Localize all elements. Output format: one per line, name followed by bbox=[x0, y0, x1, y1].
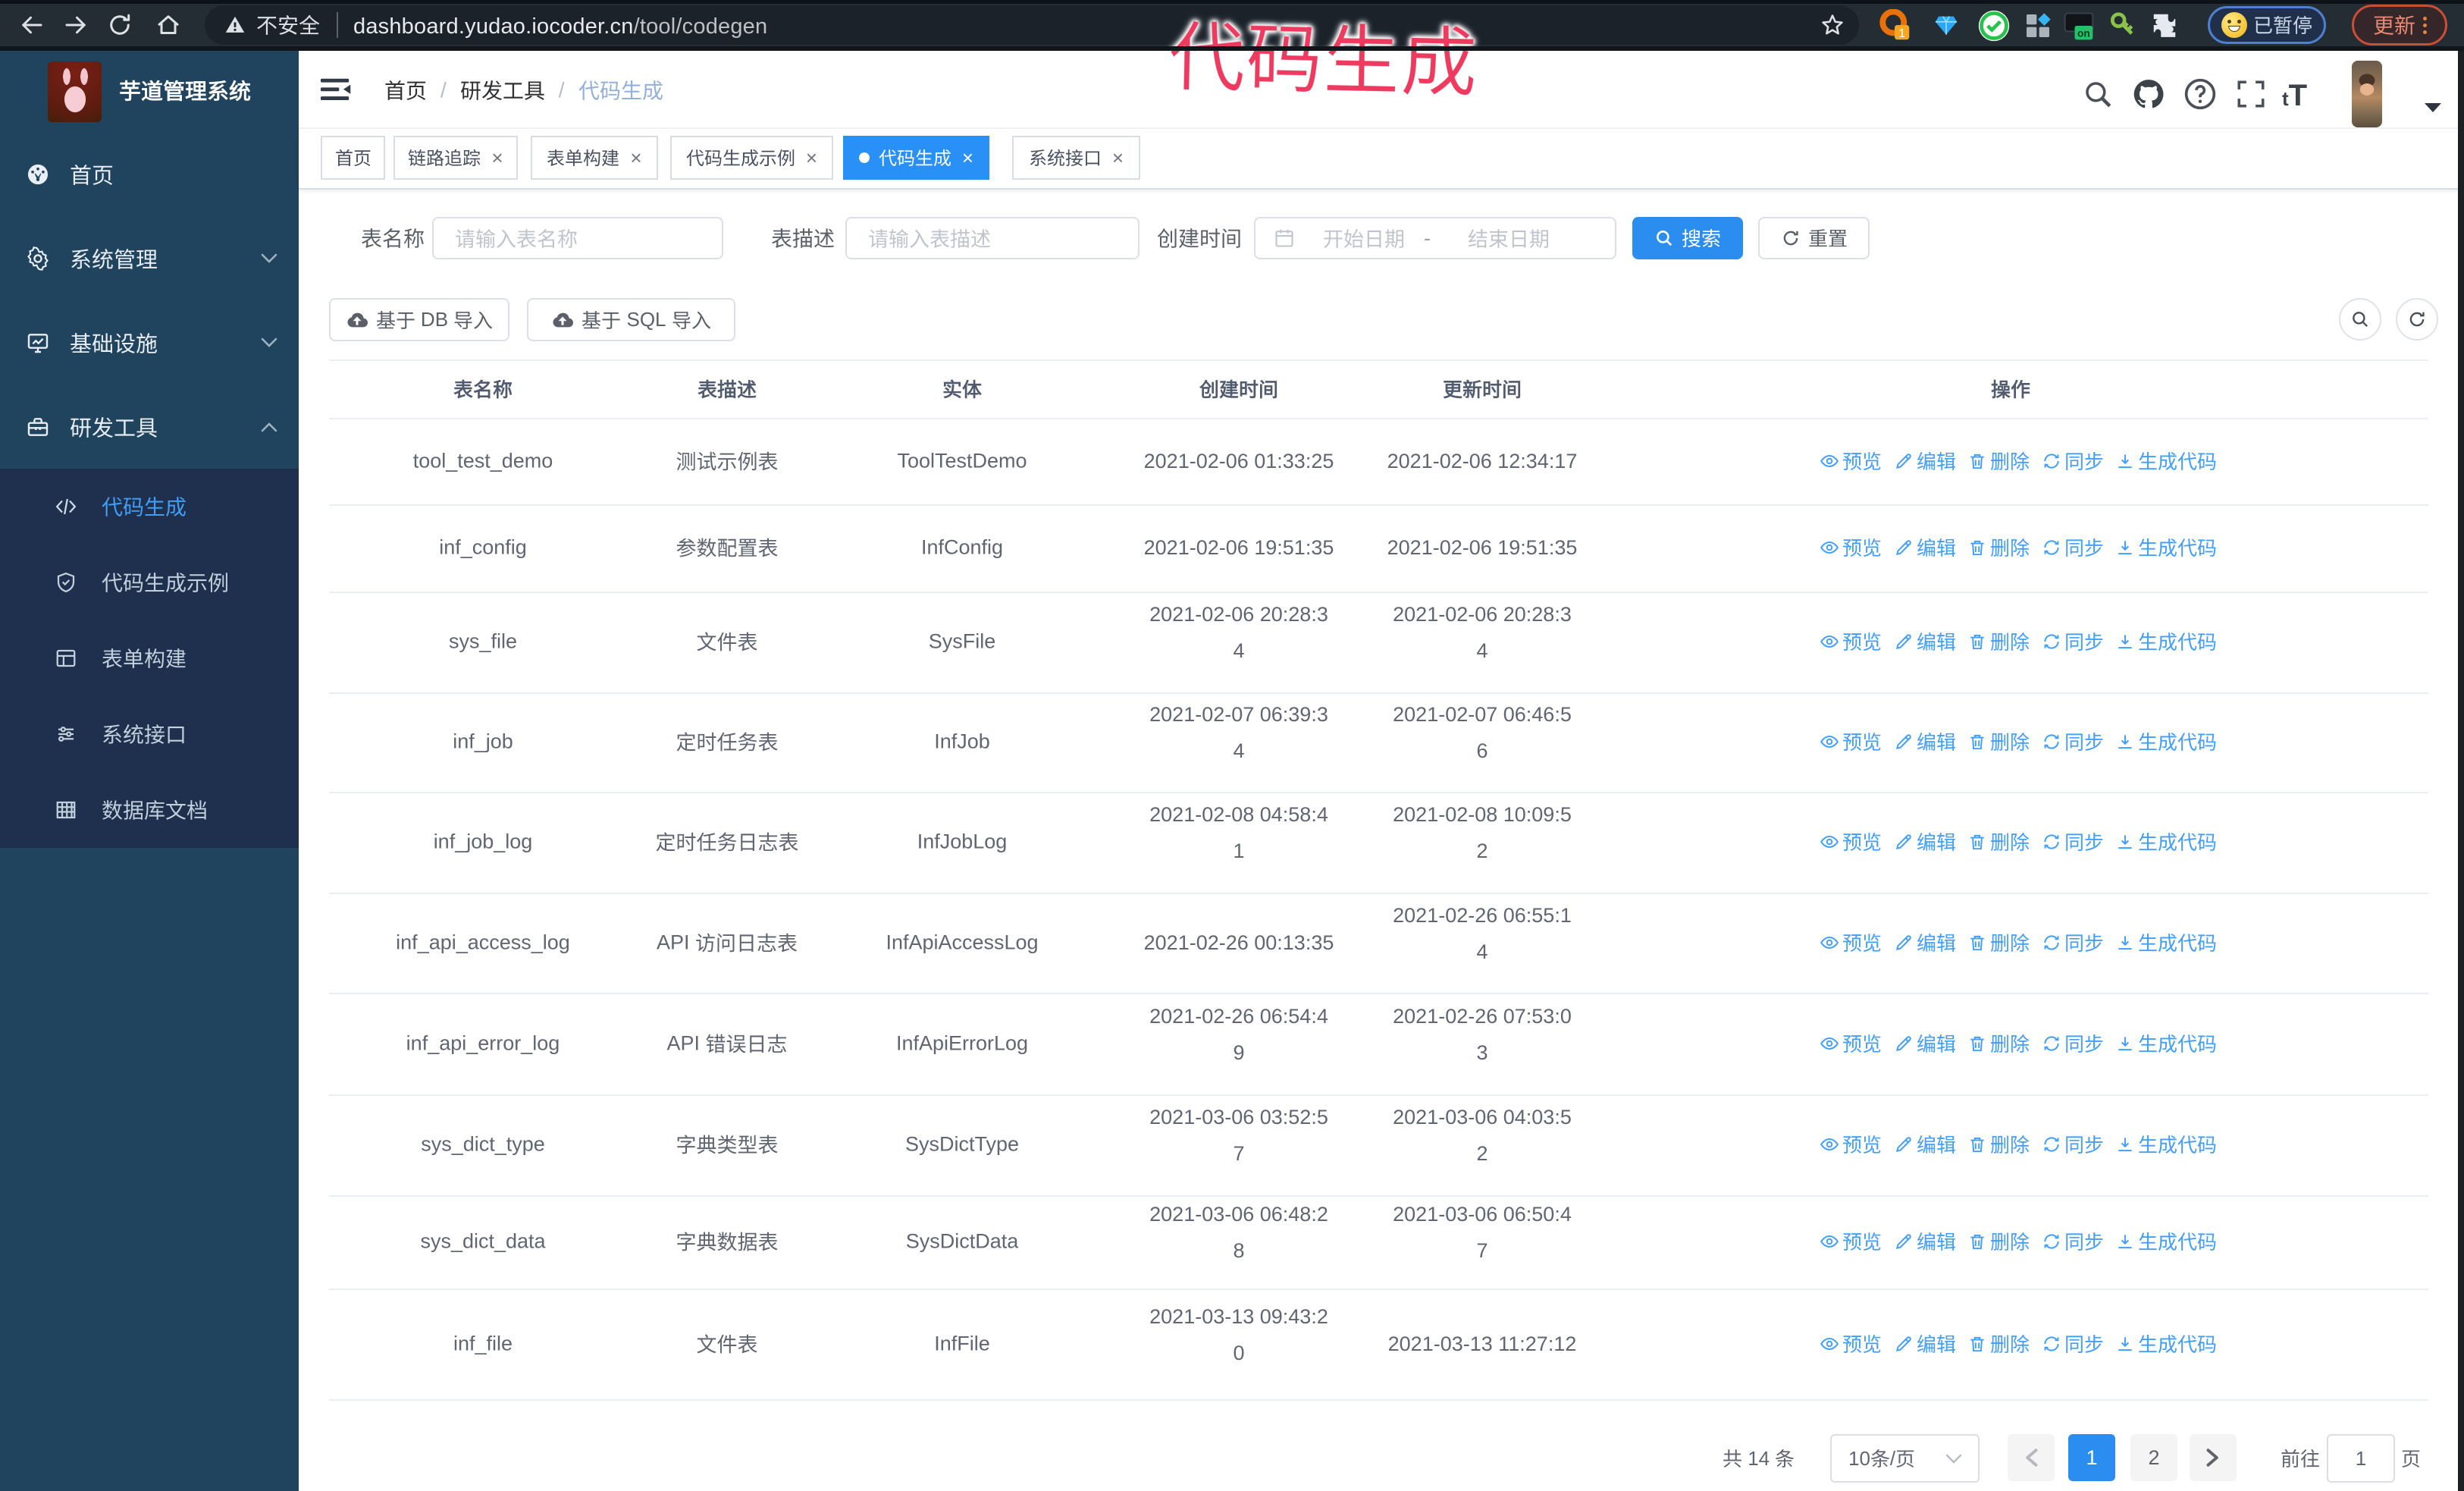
svg-text:on: on bbox=[2077, 28, 2090, 39]
svg-text:1: 1 bbox=[1898, 27, 1905, 40]
